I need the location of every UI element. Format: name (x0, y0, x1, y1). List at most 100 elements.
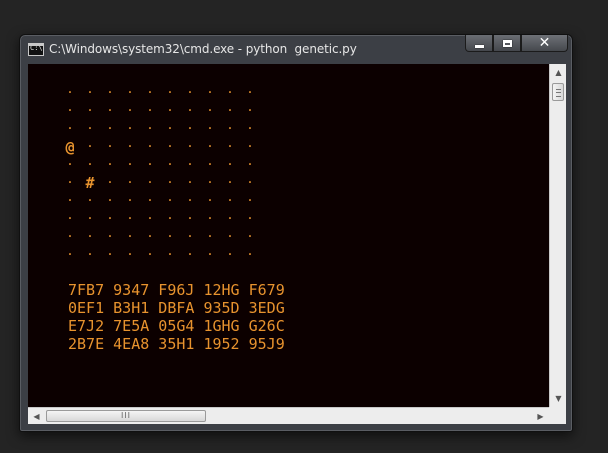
board-cell: . (226, 100, 234, 114)
code-line: 2B7E 4EA8 35H1 1952 95J9 (68, 335, 285, 353)
board-cell: . (106, 100, 114, 114)
board-cell: . (126, 244, 134, 258)
board-cell: . (106, 244, 114, 258)
board-cell: . (106, 190, 114, 204)
board-cell: . (246, 82, 254, 96)
board-cell: . (166, 82, 174, 96)
board-cell: . (246, 100, 254, 114)
board-cell: . (246, 190, 254, 204)
board-cell: . (66, 82, 74, 96)
board-cell: . (86, 118, 94, 132)
board-cell: . (246, 226, 254, 240)
board-cell: . (186, 244, 194, 258)
board-cell: . (126, 154, 134, 168)
caption-buttons: ✕ (465, 35, 568, 54)
board-cell: . (226, 154, 234, 168)
horizontal-scrollbar[interactable]: ◀ III ▶ (28, 407, 549, 424)
vertical-scroll-thumb[interactable] (552, 83, 564, 101)
minimize-button[interactable] (465, 35, 493, 52)
board-cell: . (146, 208, 154, 222)
board-cell: . (206, 172, 214, 186)
board-cell: . (226, 82, 234, 96)
board-cell: . (226, 226, 234, 240)
board-cell: . (226, 244, 234, 258)
board-cell: . (86, 154, 94, 168)
board-cell: . (186, 118, 194, 132)
board-cell: . (146, 100, 154, 114)
board-cell: . (186, 190, 194, 204)
grip-icon (556, 89, 561, 97)
board-cell: . (106, 226, 114, 240)
board-cell: . (226, 118, 234, 132)
board-cell: . (246, 244, 254, 258)
board-cell: . (206, 208, 214, 222)
board-cell: . (246, 118, 254, 132)
board-cell: . (86, 208, 94, 222)
board-cell: . (226, 190, 234, 204)
board-cell: . (166, 190, 174, 204)
close-button[interactable]: ✕ (521, 35, 568, 52)
board-cell: . (66, 172, 74, 186)
board-cell: . (206, 226, 214, 240)
board-cell: . (226, 208, 234, 222)
board-cell: . (146, 136, 154, 150)
board-cell: . (166, 208, 174, 222)
board-cell: . (186, 82, 194, 96)
board-cell: . (206, 244, 214, 258)
board-cell: . (126, 190, 134, 204)
scroll-right-arrow-icon[interactable]: ▶ (532, 408, 549, 425)
board-cell: . (126, 226, 134, 240)
board-cell: . (226, 172, 234, 186)
scroll-up-arrow-icon[interactable]: ▲ (550, 64, 567, 81)
board-cell: . (86, 190, 94, 204)
scroll-down-arrow-icon[interactable]: ▼ (550, 390, 567, 407)
board-cell: . (246, 136, 254, 150)
board-cell: . (246, 208, 254, 222)
maximize-button[interactable] (493, 35, 521, 52)
board-cell: . (146, 172, 154, 186)
board-cell: . (146, 226, 154, 240)
board-cell: . (126, 172, 134, 186)
maximize-icon (502, 39, 512, 47)
board-cell: . (106, 154, 114, 168)
cmd-icon[interactable]: C:\ (28, 43, 44, 56)
horizontal-scroll-thumb[interactable]: III (46, 410, 206, 422)
board-cell: . (66, 208, 74, 222)
board-cell: . (126, 82, 134, 96)
board-cell: . (146, 154, 154, 168)
board-cell: . (66, 244, 74, 258)
title-bar[interactable]: C:\ C:\Windows\system32\cmd.exe - python… (20, 35, 572, 63)
cmd-window: C:\ C:\Windows\system32\cmd.exe - python… (19, 34, 573, 432)
code-line: E7J2 7E5A 05G4 1GHG G26C (68, 317, 285, 335)
code-line: 0EF1 B3H1 DBFA 935D 3EDG (68, 299, 285, 317)
board-cell: . (186, 100, 194, 114)
minimize-icon (474, 44, 484, 48)
board-cell: . (66, 190, 74, 204)
board-cell: . (106, 208, 114, 222)
board-cell: . (146, 244, 154, 258)
board-cell: . (206, 118, 214, 132)
board-cell: . (66, 100, 74, 114)
board-cell: . (166, 244, 174, 258)
board-cell: . (106, 118, 114, 132)
board-cell: . (146, 118, 154, 132)
board-cell: . (146, 190, 154, 204)
scroll-left-arrow-icon[interactable]: ◀ (28, 408, 45, 425)
board-cell: . (86, 244, 94, 258)
board-cell: . (186, 136, 194, 150)
board-cell: . (166, 154, 174, 168)
vertical-scrollbar[interactable]: ▲ ▼ (549, 64, 566, 407)
board-cell: . (226, 136, 234, 150)
board-cell: . (166, 118, 174, 132)
board-cell: . (166, 100, 174, 114)
code-line: 7FB7 9347 F96J 12HG F679 (68, 281, 285, 299)
board-cell: . (146, 82, 154, 96)
board-cell: . (86, 82, 94, 96)
board-cell: . (66, 118, 74, 132)
board-cell: . (126, 118, 134, 132)
console-output[interactable]: .............................. @.........… (28, 64, 549, 407)
board-cell: . (206, 136, 214, 150)
board-cell: . (186, 172, 194, 186)
board-cell: . (166, 172, 174, 186)
board-cell: . (246, 172, 254, 186)
